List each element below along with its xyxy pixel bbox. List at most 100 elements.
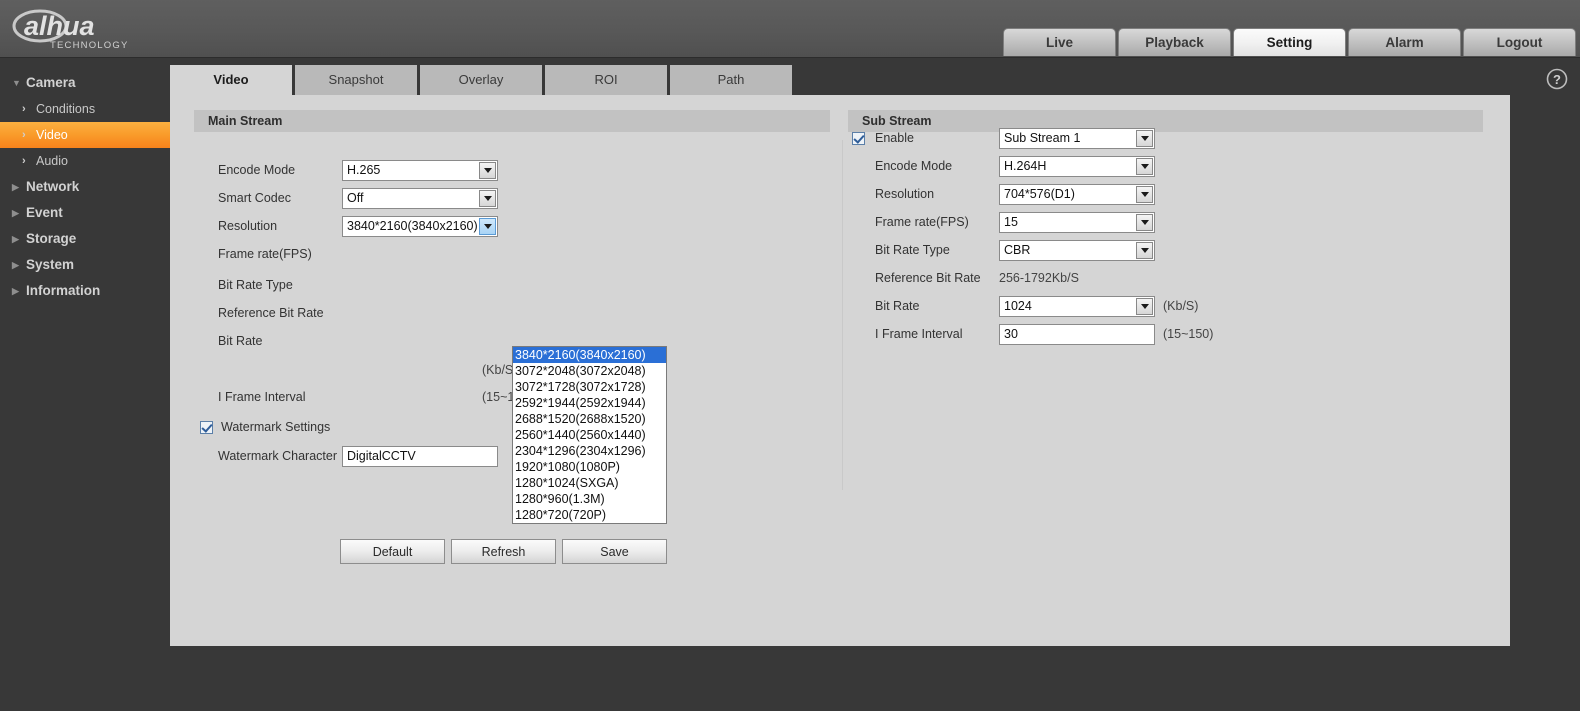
sub-stream-select[interactable]: Sub Stream 1 [999, 127, 1155, 149]
tab-overlay[interactable]: Overlay [420, 65, 545, 95]
dropdown-option[interactable]: 3072*1728(3072x1728) [513, 379, 666, 395]
nav-tab-setting[interactable]: Setting [1233, 28, 1346, 56]
sub-enable-checkbox[interactable] [852, 131, 865, 145]
sub-i-frame-interval-suffix: (15~150) [1163, 327, 1214, 341]
sidebar-item-system[interactable]: ▶ System [0, 252, 170, 278]
sub-encode-mode-select[interactable]: H.264H [999, 155, 1155, 177]
main-frame-rate-label: Frame rate(FPS) [218, 247, 312, 261]
main-encode-mode-value: H.265 [347, 163, 381, 177]
chevron-right-icon: › [22, 103, 26, 115]
dropdown-option[interactable]: 1920*1080(1080P) [513, 459, 666, 475]
app-header: alhua TECHNOLOGY Live Playback Setting A… [0, 0, 1580, 58]
sub-resolution-select[interactable]: 704*576(D1) [999, 183, 1155, 205]
chevron-down-icon[interactable] [1136, 241, 1153, 259]
content-tab-bar: Video Snapshot Overlay ROI Path [170, 65, 795, 95]
sub-encode-mode-value: H.264H [1004, 159, 1047, 173]
content-area: ? Video Snapshot Overlay ROI Path Main S… [170, 58, 1580, 711]
main-stream-section-header: Main Stream [194, 110, 830, 132]
sidebar-item-conditions[interactable]: › Conditions [0, 96, 170, 122]
sidebar-item-label: Conditions [36, 102, 96, 116]
sub-resolution-row: Resolution 704*576(D1) [875, 183, 1155, 205]
dropdown-option[interactable]: 1280*960(1.3M) [513, 491, 666, 507]
help-icon[interactable]: ? [1546, 68, 1568, 90]
main-bit-rate-row: Bit Rate [218, 330, 342, 352]
watermark-settings-row: Watermark Settings [200, 416, 330, 438]
sidebar-item-video[interactable]: › Video [0, 122, 170, 148]
sub-bit-rate-value: 1024 [1004, 299, 1032, 313]
nav-tab-live[interactable]: Live [1003, 28, 1116, 56]
dropdown-option[interactable]: 2592*1944(2592x1944) [513, 395, 666, 411]
main-resolution-select[interactable]: 3840*2160(3840x2160) [342, 215, 498, 237]
sub-i-frame-interval-label: I Frame Interval [875, 327, 963, 341]
svg-text:TECHNOLOGY: TECHNOLOGY [50, 40, 129, 51]
triangle-right-icon: ▶ [12, 260, 19, 270]
resolution-dropdown-list[interactable]: 3840*2160(3840x2160) 3072*2048(3072x2048… [512, 346, 667, 524]
dropdown-option[interactable]: 3072*2048(3072x2048) [513, 363, 666, 379]
tab-snapshot[interactable]: Snapshot [295, 65, 420, 95]
tab-video[interactable]: Video [170, 65, 295, 95]
save-button[interactable]: Save [562, 539, 667, 564]
chevron-right-icon: › [22, 129, 26, 141]
sub-i-frame-interval-row: I Frame Interval (15~150) [875, 323, 1213, 345]
chevron-down-icon[interactable] [1136, 185, 1153, 203]
watermark-settings-label: Watermark Settings [221, 420, 331, 434]
chevron-down-icon[interactable] [479, 161, 496, 179]
main-bit-rate-label: Bit Rate [218, 334, 263, 348]
sidebar-item-camera[interactable]: ▼ Camera [0, 70, 170, 96]
dropdown-option[interactable]: 2560*1440(2560x1440) [513, 427, 666, 443]
sidebar-item-label: Storage [26, 231, 77, 246]
sub-frame-rate-value: 15 [1004, 215, 1018, 229]
dropdown-option[interactable]: 2688*1520(2688x1520) [513, 411, 666, 427]
chevron-down-icon[interactable] [1136, 297, 1153, 315]
sidebar-item-label: Information [26, 283, 101, 298]
watermark-character-input[interactable] [342, 445, 498, 467]
main-i-frame-interval-row: I Frame Interval [218, 386, 342, 408]
nav-tab-logout[interactable]: Logout [1463, 28, 1576, 56]
main-encode-mode-select[interactable]: H.265 [342, 159, 498, 181]
sub-reference-bit-rate-value: 256-1792Kb/S [999, 271, 1079, 285]
chevron-down-icon[interactable] [1136, 129, 1153, 147]
dropdown-option[interactable]: 1280*1024(SXGA) [513, 475, 666, 491]
sidebar-item-audio[interactable]: › Audio [0, 148, 170, 174]
chevron-down-icon[interactable] [1136, 157, 1153, 175]
dropdown-option[interactable]: 2304*1296(2304x1296) [513, 443, 666, 459]
watermark-character-label: Watermark Character [218, 449, 338, 463]
main-i-frame-interval-label: I Frame Interval [218, 390, 306, 404]
chevron-down-icon[interactable] [479, 217, 496, 235]
default-button[interactable]: Default [340, 539, 445, 564]
nav-tab-playback[interactable]: Playback [1118, 28, 1231, 56]
sidebar-item-storage[interactable]: ▶ Storage [0, 226, 170, 252]
sub-bit-rate-row: Bit Rate 1024 (Kb/S) [875, 295, 1198, 317]
main-resolution-row: Resolution 3840*2160(3840x2160) [218, 215, 498, 237]
sidebar-item-information[interactable]: ▶ Information [0, 278, 170, 304]
chevron-down-icon[interactable] [1136, 213, 1153, 231]
column-divider [842, 140, 843, 490]
tab-roi[interactable]: ROI [545, 65, 670, 95]
watermark-settings-checkbox[interactable] [200, 420, 213, 434]
tab-path[interactable]: Path [670, 65, 795, 95]
sidebar-item-event[interactable]: ▶ Event [0, 200, 170, 226]
svg-text:?: ? [1553, 72, 1561, 87]
triangle-right-icon: ▶ [12, 234, 19, 244]
sub-frame-rate-row: Frame rate(FPS) 15 [875, 211, 1155, 233]
refresh-button[interactable]: Refresh [451, 539, 556, 564]
sub-bit-rate-select[interactable]: 1024 [999, 295, 1155, 317]
dahua-logo: alhua TECHNOLOGY [10, 6, 190, 54]
video-settings-panel: Main Stream Sub Stream Encode Mode H.265… [170, 95, 1510, 646]
sub-bit-rate-type-label: Bit Rate Type [875, 243, 950, 257]
sub-frame-rate-select[interactable]: 15 [999, 211, 1155, 233]
sidebar-item-label: Video [36, 128, 68, 142]
sidebar-item-label: Audio [36, 154, 68, 168]
main-smart-codec-select[interactable]: Off [342, 187, 498, 209]
sub-reference-bit-rate-row: Reference Bit Rate 256-1792Kb/S [875, 267, 1079, 289]
sub-bit-rate-label: Bit Rate [875, 299, 920, 313]
dropdown-option[interactable]: 1280*720(720P) [513, 507, 666, 523]
chevron-down-icon[interactable] [479, 189, 496, 207]
sidebar-item-network[interactable]: ▶ Network [0, 174, 170, 200]
sub-i-frame-interval-input[interactable] [999, 323, 1155, 345]
sub-bit-rate-type-select[interactable]: CBR [999, 239, 1155, 261]
nav-tab-alarm[interactable]: Alarm [1348, 28, 1461, 56]
dropdown-option[interactable]: 3840*2160(3840x2160) [513, 347, 666, 363]
main-reference-bit-rate-label: Reference Bit Rate [218, 306, 324, 320]
main-encode-mode-row: Encode Mode H.265 [218, 159, 498, 181]
